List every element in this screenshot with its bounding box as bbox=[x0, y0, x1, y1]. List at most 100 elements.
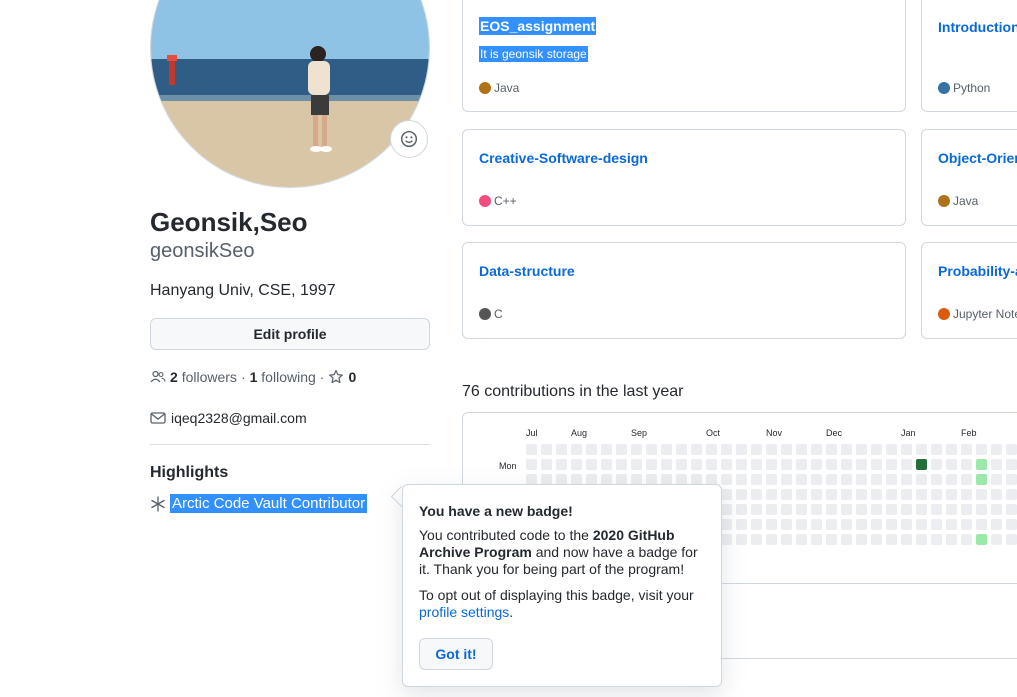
contribution-cell[interactable] bbox=[946, 474, 957, 485]
contribution-cell[interactable] bbox=[976, 534, 987, 545]
contribution-cell[interactable] bbox=[736, 534, 747, 545]
contribution-cell[interactable] bbox=[781, 489, 792, 500]
contribution-cell[interactable] bbox=[901, 489, 912, 500]
contribution-cell[interactable] bbox=[916, 489, 927, 500]
contribution-cell[interactable] bbox=[661, 459, 672, 470]
contribution-cell[interactable] bbox=[1006, 534, 1017, 545]
contribution-cell[interactable] bbox=[571, 459, 582, 470]
contribution-cell[interactable] bbox=[946, 459, 957, 470]
contribution-cell[interactable] bbox=[931, 504, 942, 515]
repo-name-link[interactable]: Probability-a bbox=[938, 263, 1017, 279]
contribution-cell[interactable] bbox=[976, 444, 987, 455]
contribution-cell[interactable] bbox=[886, 519, 897, 530]
contribution-cell[interactable] bbox=[721, 459, 732, 470]
contribution-cell[interactable] bbox=[811, 444, 822, 455]
contribution-cell[interactable] bbox=[991, 489, 1002, 500]
contribution-cell[interactable] bbox=[811, 459, 822, 470]
contribution-cell[interactable] bbox=[691, 459, 702, 470]
contribution-cell[interactable] bbox=[886, 459, 897, 470]
contribution-cell[interactable] bbox=[886, 534, 897, 545]
contribution-cell[interactable] bbox=[976, 504, 987, 515]
contribution-cell[interactable] bbox=[1006, 459, 1017, 470]
contribution-cell[interactable] bbox=[961, 489, 972, 500]
contribution-cell[interactable] bbox=[796, 519, 807, 530]
contribution-cell[interactable] bbox=[586, 459, 597, 470]
contribution-cell[interactable] bbox=[961, 474, 972, 485]
contribution-cell[interactable] bbox=[751, 444, 762, 455]
contribution-cell[interactable] bbox=[886, 444, 897, 455]
contribution-cell[interactable] bbox=[946, 519, 957, 530]
contribution-cell[interactable] bbox=[976, 459, 987, 470]
contribution-cell[interactable] bbox=[916, 504, 927, 515]
contribution-cell[interactable] bbox=[676, 459, 687, 470]
contribution-cell[interactable] bbox=[916, 459, 927, 470]
contribution-cell[interactable] bbox=[736, 519, 747, 530]
contribution-cell[interactable] bbox=[901, 459, 912, 470]
contribution-cell[interactable] bbox=[991, 504, 1002, 515]
contribution-cell[interactable] bbox=[991, 474, 1002, 485]
contribution-cell[interactable] bbox=[946, 444, 957, 455]
contribution-cell[interactable] bbox=[901, 534, 912, 545]
repo-name-link[interactable]: EOS_assignment bbox=[479, 17, 597, 35]
profile-settings-link[interactable]: profile settings bbox=[419, 604, 509, 620]
contribution-cell[interactable] bbox=[916, 474, 927, 485]
repo-card[interactable]: Object-Orier Java bbox=[921, 129, 1017, 226]
contribution-cell[interactable] bbox=[931, 519, 942, 530]
contribution-cell[interactable] bbox=[691, 444, 702, 455]
avatar[interactable] bbox=[150, 0, 430, 188]
contribution-cell[interactable] bbox=[976, 474, 987, 485]
repo-card[interactable]: EOS_assignment It is geonsik storage Jav… bbox=[462, 0, 906, 112]
contribution-cell[interactable] bbox=[586, 444, 597, 455]
contribution-cell[interactable] bbox=[961, 519, 972, 530]
contribution-cell[interactable] bbox=[796, 489, 807, 500]
contribution-cell[interactable] bbox=[841, 504, 852, 515]
contribution-cell[interactable] bbox=[856, 519, 867, 530]
repo-card[interactable]: Introduction Python bbox=[921, 0, 1017, 112]
highlight-item[interactable]: Arctic Code Vault Contributor bbox=[150, 494, 368, 513]
contribution-cell[interactable] bbox=[676, 444, 687, 455]
contribution-cell[interactable] bbox=[946, 534, 957, 545]
contribution-cell[interactable] bbox=[1006, 444, 1017, 455]
contribution-cell[interactable] bbox=[841, 444, 852, 455]
contribution-cell[interactable] bbox=[856, 489, 867, 500]
contribution-cell[interactable] bbox=[556, 444, 567, 455]
contribution-cell[interactable] bbox=[721, 444, 732, 455]
contribution-cell[interactable] bbox=[856, 459, 867, 470]
contribution-cell[interactable] bbox=[826, 519, 837, 530]
contribution-cell[interactable] bbox=[1006, 489, 1017, 500]
contribution-cell[interactable] bbox=[766, 459, 777, 470]
contribution-cell[interactable] bbox=[556, 459, 567, 470]
contribution-cell[interactable] bbox=[976, 519, 987, 530]
contribution-cell[interactable] bbox=[601, 459, 612, 470]
contribution-cell[interactable] bbox=[721, 504, 732, 515]
contribution-cell[interactable] bbox=[871, 459, 882, 470]
stars-link[interactable]: 0 bbox=[328, 369, 356, 385]
contribution-cell[interactable] bbox=[871, 489, 882, 500]
contribution-cell[interactable] bbox=[901, 444, 912, 455]
contribution-cell[interactable] bbox=[871, 534, 882, 545]
contribution-cell[interactable] bbox=[796, 474, 807, 485]
contribution-cell[interactable] bbox=[751, 519, 762, 530]
contribution-cell[interactable] bbox=[781, 504, 792, 515]
contribution-cell[interactable] bbox=[781, 519, 792, 530]
contribution-cell[interactable] bbox=[811, 504, 822, 515]
contribution-cell[interactable] bbox=[871, 504, 882, 515]
contribution-cell[interactable] bbox=[1006, 504, 1017, 515]
repo-card[interactable]: Probability-a Jupyter Note bbox=[921, 242, 1017, 339]
contribution-cell[interactable] bbox=[841, 459, 852, 470]
repo-name-link[interactable]: Data-structure bbox=[479, 263, 575, 279]
contribution-cell[interactable] bbox=[751, 504, 762, 515]
contribution-cell[interactable] bbox=[796, 444, 807, 455]
contribution-cell[interactable] bbox=[901, 474, 912, 485]
contribution-cell[interactable] bbox=[886, 489, 897, 500]
contribution-cell[interactable] bbox=[856, 534, 867, 545]
contribution-cell[interactable] bbox=[736, 489, 747, 500]
contribution-cell[interactable] bbox=[871, 444, 882, 455]
contribution-cell[interactable] bbox=[706, 459, 717, 470]
contribution-cell[interactable] bbox=[1006, 474, 1017, 485]
contribution-cell[interactable] bbox=[946, 504, 957, 515]
contribution-cell[interactable] bbox=[781, 534, 792, 545]
contribution-cell[interactable] bbox=[991, 519, 1002, 530]
repo-card[interactable]: Data-structure C bbox=[462, 242, 906, 339]
contribution-cell[interactable] bbox=[796, 504, 807, 515]
